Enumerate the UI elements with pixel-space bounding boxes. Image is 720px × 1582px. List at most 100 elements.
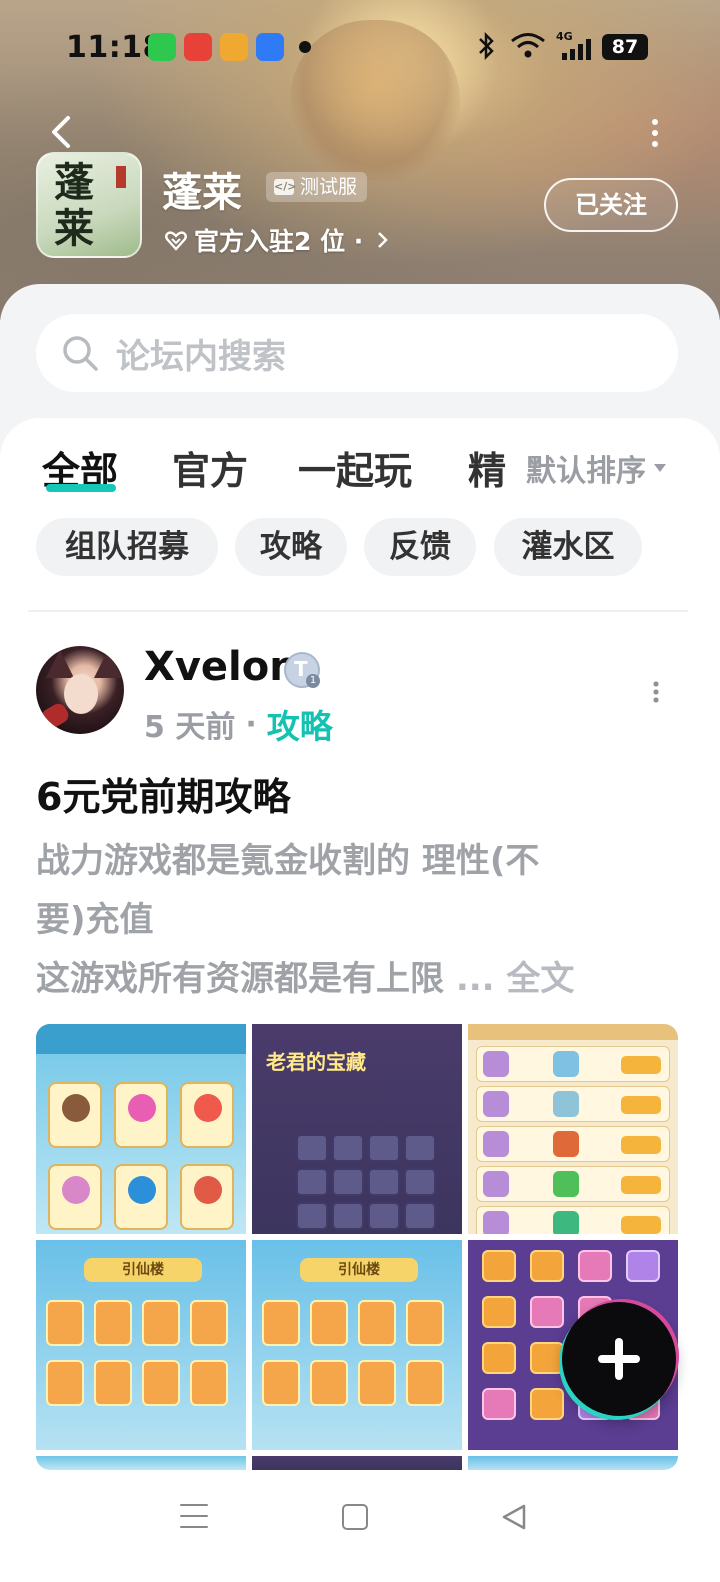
battery-indicator: 87 — [602, 34, 648, 60]
chip-guide[interactable]: 攻略 — [235, 518, 347, 576]
hero-card — [142, 1300, 180, 1346]
hero-card — [46, 1300, 84, 1346]
chip-feedback[interactable]: 反馈 — [364, 518, 476, 576]
full-text-link[interactable]: 全文 — [506, 959, 574, 999]
post-image[interactable]: 老君的宝藏 — [252, 1024, 462, 1234]
chest — [482, 1388, 516, 1420]
hero-card — [406, 1360, 444, 1406]
post-title[interactable]: 6元党前期攻略 — [36, 766, 290, 821]
hero-banner-label: 引仙楼 — [84, 1258, 202, 1282]
post-image[interactable]: 引仙楼 — [36, 1240, 246, 1450]
exchange-row — [476, 1206, 670, 1234]
avatar[interactable] — [36, 646, 124, 734]
official-members-text: 官方入驻2 位 · — [194, 227, 364, 256]
treasure-box — [296, 1134, 328, 1162]
post-image[interactable] — [252, 1456, 462, 1470]
exchange-row — [476, 1086, 670, 1122]
exchange-row — [476, 1046, 670, 1082]
tab-official[interactable]: 官方 — [172, 440, 248, 495]
treasure-box — [296, 1202, 328, 1230]
avatar-ear — [46, 650, 74, 678]
post-image[interactable] — [468, 1456, 678, 1470]
hero-card — [406, 1300, 444, 1346]
home-icon[interactable] — [342, 1504, 368, 1530]
system-nav-bar — [0, 1470, 720, 1582]
hero-card — [310, 1360, 348, 1406]
post-image[interactable] — [468, 1024, 678, 1234]
search-icon — [63, 336, 98, 371]
hero-card — [190, 1300, 228, 1346]
forum-search-input[interactable]: 论坛内搜索 — [36, 314, 678, 392]
treasure-box — [332, 1134, 364, 1162]
seal-icon — [116, 166, 126, 188]
follow-button[interactable]: 已关注 — [544, 178, 678, 232]
create-post-button[interactable] — [562, 1302, 676, 1416]
tab-play-together[interactable]: 一起玩 — [298, 440, 412, 495]
treasure-box — [296, 1168, 328, 1196]
chest — [626, 1250, 660, 1282]
bluetooth-icon — [479, 31, 494, 61]
chest — [578, 1250, 612, 1282]
official-members-link[interactable]: 官方入驻2 位 · — [164, 222, 389, 258]
treasure-box — [332, 1202, 364, 1230]
chip-team-recruit[interactable]: 组队招募 — [36, 518, 218, 576]
post-more-button[interactable] — [648, 680, 664, 704]
shop-item — [180, 1082, 234, 1148]
more-options-button[interactable] — [646, 118, 664, 148]
game-title: 蓬莱 — [162, 170, 242, 216]
chest — [530, 1388, 564, 1420]
post-image[interactable] — [36, 1456, 246, 1470]
test-server-badge: </> 测试服 — [266, 172, 368, 202]
sort-dropdown[interactable]: 默认排序 — [526, 446, 666, 490]
chip-chat-zone[interactable]: 灌水区 — [494, 518, 642, 576]
avatar-face — [64, 674, 98, 714]
status-bar: 11:18 4G 87 — [0, 0, 720, 96]
post-author[interactable]: Xvelon — [144, 644, 298, 690]
post-image[interactable] — [36, 1024, 246, 1234]
hero-card — [262, 1360, 300, 1406]
menu-icon[interactable] — [180, 1504, 208, 1528]
post-body[interactable]: 战力游戏都是氪金收割的 理性(不 要)充值 这游戏所有资源都是有上限 ... 全… — [36, 832, 680, 1009]
treasure-box — [404, 1202, 436, 1230]
test-badge-label: 测试服 — [300, 176, 358, 198]
hero-card — [190, 1360, 228, 1406]
back-button[interactable] — [42, 112, 82, 152]
image-header — [468, 1024, 678, 1040]
notification-dot-icon — [299, 41, 311, 53]
post-image-grid: 老君的宝藏 引仙楼 引仙楼 — [36, 1024, 678, 1470]
post-body-line-last: 这游戏所有资源都是有上限 ... 全文 — [36, 950, 680, 1009]
code-icon: </> — [274, 179, 297, 195]
wifi-icon — [511, 33, 545, 58]
active-tab-indicator — [46, 484, 116, 492]
hero-card — [310, 1300, 348, 1346]
back-icon[interactable] — [500, 1502, 530, 1532]
level-badge-icon: T 1 — [284, 652, 320, 688]
sort-label: 默认排序 — [526, 454, 646, 489]
chest — [482, 1296, 516, 1328]
jd-mascot-icon — [184, 33, 212, 61]
treasure-box — [368, 1134, 400, 1162]
shop-item — [48, 1082, 102, 1148]
hero-card — [142, 1360, 180, 1406]
ellipsis: ... — [444, 959, 507, 999]
game-icon-calligraphy: 蓬 莱 — [54, 159, 94, 252]
blue-app-icon — [256, 33, 284, 61]
chest — [530, 1250, 564, 1282]
treasure-title: 老君的宝藏 — [266, 1050, 366, 1074]
hero-card — [94, 1300, 132, 1346]
wechat-icon — [148, 33, 176, 61]
hero-card — [46, 1360, 84, 1406]
chest — [482, 1250, 516, 1282]
post-meta: 5 天前 · 攻略 — [144, 700, 333, 748]
caret-down-icon — [654, 464, 666, 472]
game-icon[interactable]: 蓬 莱 — [36, 152, 142, 258]
post-category[interactable]: 攻略 — [267, 700, 333, 748]
hero-card — [358, 1360, 396, 1406]
post-image[interactable]: 引仙楼 — [252, 1240, 462, 1450]
shop-item — [180, 1164, 234, 1230]
image-header — [36, 1024, 246, 1054]
meta-separator: · — [245, 706, 257, 742]
level-badge-number: 1 — [306, 674, 320, 688]
tab-featured[interactable]: 精 — [468, 440, 506, 495]
wallet-icon — [220, 33, 248, 61]
